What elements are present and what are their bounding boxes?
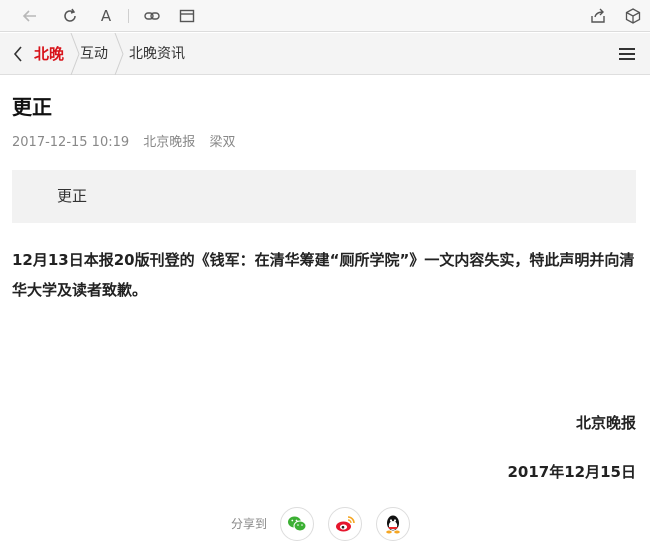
refresh-icon[interactable] (59, 5, 81, 27)
share-bar: 分享到 (0, 505, 650, 545)
box-icon[interactable] (622, 5, 644, 27)
site-nav-bar: 北晚 互动 北晚资讯 (0, 32, 650, 76)
signature-date: 2017年12月15日 (507, 463, 637, 481)
breadcrumb-separator-icon (114, 32, 124, 76)
article-signature: 北京晚报 (575, 414, 636, 432)
site-logo[interactable]: 北晚 (34, 43, 64, 65)
breadcrumb-item-interaction[interactable]: 互动 (80, 44, 108, 64)
breadcrumb-separator-icon (70, 32, 80, 76)
font-size-icon[interactable]: A (95, 5, 117, 27)
share-out-icon[interactable] (587, 5, 609, 27)
back-arrow-icon[interactable] (19, 5, 41, 27)
browser-toolbar: A (0, 0, 650, 32)
share-label: 分享到 (231, 517, 268, 531)
article-title: 更正 (12, 95, 52, 119)
article-source: 北京晚报 (143, 135, 196, 150)
breadcrumb-item-news[interactable]: 北晚资讯 (129, 44, 185, 64)
article-author: 梁双 (209, 135, 236, 150)
publish-date: 2017-12-15 10:19 (12, 135, 130, 150)
window-icon[interactable] (176, 5, 198, 27)
toolbar-divider (128, 9, 129, 23)
article-meta: 2017-12-15 10:19 北京晚报 梁双 (12, 134, 245, 152)
qq-icon[interactable] (376, 507, 410, 541)
article-summary: 更正 (57, 187, 88, 205)
article-summary-box: 更正 (12, 170, 636, 223)
article-body: 12月13日本报20版刊登的《钱军：在清华筹建“厕所学院”》一文内容失实，特此声… (12, 251, 635, 299)
wechat-icon[interactable] (280, 507, 314, 541)
weibo-icon[interactable] (328, 507, 362, 541)
link-icon[interactable] (141, 5, 163, 27)
hamburger-menu-icon[interactable] (618, 45, 636, 63)
chevron-left-icon[interactable] (8, 43, 28, 65)
